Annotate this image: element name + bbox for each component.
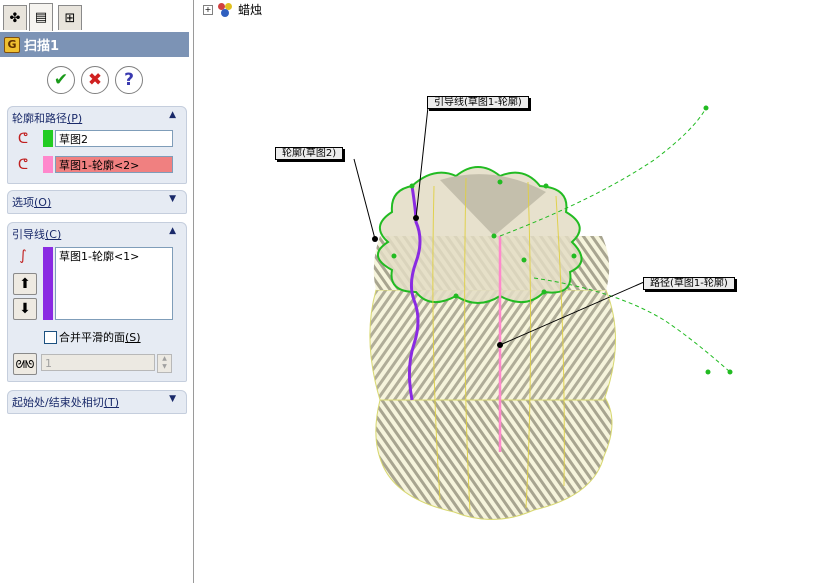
guide-curves-list[interactable]: 草图1-轮廓<1> [55,247,173,320]
configuration-manager-tab[interactable]: ⊞ [58,5,82,30]
feature-title: 扫描1 [24,39,60,54]
path-color-swatch [43,156,53,173]
graphics-area[interactable]: + 蜡烛 轮廓(草图2) 引导线(草图1-轮廓) 路径(草图1-轮廓) [194,0,815,583]
candle-model [353,105,733,520]
merge-smooth-faces-label: 合并平滑的面(S) [59,331,141,344]
list-item[interactable]: 草图1-轮廓<1> [59,249,172,265]
path-callout[interactable]: 路径(草图1-轮廓) [643,277,735,290]
property-manager-icon: ▤ [34,10,48,25]
cancel-button[interactable]: ✖ [81,66,109,94]
guide-callout[interactable]: 引导线(草图1-轮廓) [427,96,529,109]
profile-path-group: 轮廓和路径(P) ▲ ᕦ 草图2 ᕦ 草图1-轮廓<2> [7,106,187,184]
tangency-header[interactable]: 起始处/结束处相切(T) [12,394,119,410]
show-sections-button[interactable]: ᘛᘚ [13,353,37,375]
checkmark-icon: ✔ [53,70,69,90]
move-up-button[interactable]: ⬆ [13,273,37,295]
feature-manager-tab[interactable]: ✤ [3,5,27,30]
guide-curve-select-icon: ∫ [19,248,27,264]
guide-curves-header[interactable]: 引导线(C) [12,226,61,242]
configuration-manager-icon: ⊞ [64,10,76,26]
arrow-down-icon: ⬇ [19,301,31,317]
path-select-icon: ᕦ [17,157,29,173]
close-icon: ✖ [87,70,103,90]
profile-color-swatch [43,130,53,147]
guide-curves-group: 引导线(C) ▲ ∫ 草图1-轮廓<1> ⬆ ⬇ 合并平滑的面(S) ᘛᘚ 1 … [7,222,187,382]
profile-path-header[interactable]: 轮廓和路径(P) [12,110,82,126]
guide-color-swatch [43,247,53,320]
profile-field[interactable]: 草图2 [55,130,173,147]
collapse-up-icon[interactable]: ▲ [169,226,176,236]
feature-title-bar: G 扫描1 [0,32,189,57]
ok-button[interactable]: ✔ [47,66,75,94]
arrow-up-icon: ⬆ [19,276,31,292]
glasses-icon: ᘛᘚ [15,358,35,371]
profile-select-icon: ᕦ [17,131,29,147]
expand-down-icon[interactable]: ▼ [169,194,176,204]
expand-down-icon[interactable]: ▼ [169,394,176,404]
sweep-feature-icon: G [4,36,20,53]
path-field[interactable]: 草图1-轮廓<2> [55,156,173,173]
options-header[interactable]: 选项(O) [12,194,51,210]
section-spinner-input[interactable]: 1 [41,354,155,371]
merge-smooth-faces-checkbox[interactable] [44,331,57,344]
options-group[interactable]: 选项(O) ▼ [7,190,187,214]
feature-manager-icon: ✤ [9,10,21,26]
property-manager-tab[interactable]: ▤ [29,3,53,31]
spinner-arrows[interactable]: ▲ ▼ [157,354,172,373]
help-icon: ? [124,70,134,90]
collapse-up-icon[interactable]: ▲ [169,110,176,120]
property-manager-panel: ✤ ▤ ⊞ G 扫描1 ✔ ✖ ? 轮廓和路径(P) ▲ ᕦ 草图2 ᕦ 草图1… [0,0,194,583]
tangency-group[interactable]: 起始处/结束处相切(T) ▼ [7,390,187,414]
panel-tabs: ✤ ▤ ⊞ [0,0,193,32]
profile-callout[interactable]: 轮廓(草图2) [275,147,344,160]
help-button[interactable]: ? [115,66,143,94]
move-down-button[interactable]: ⬇ [13,298,37,320]
